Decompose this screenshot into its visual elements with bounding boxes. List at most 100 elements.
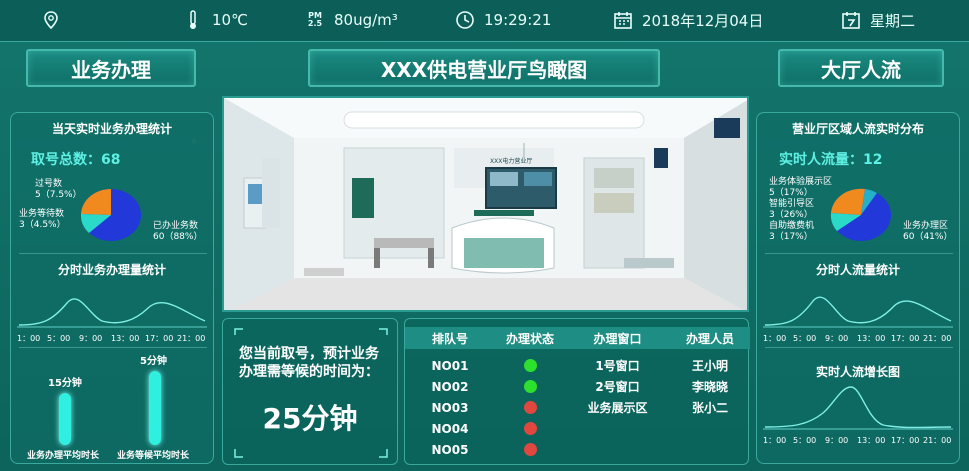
wait-time: 25分钟 xyxy=(262,402,358,435)
row-staff: 张小二 xyxy=(691,401,728,415)
traffic-pie-chart xyxy=(830,188,891,241)
left-pie-title: 当天实时业务办理统计 xyxy=(51,122,172,136)
pm-value: 80ug/m³ xyxy=(334,11,398,29)
thermometer-icon xyxy=(182,9,204,31)
right-tick-6: 21：00 xyxy=(923,334,952,343)
weekday-value: 星期二 xyxy=(870,11,916,30)
wait-estimate-card: 您当前取号，预计业务办理需等候的时间为： 25分钟 xyxy=(222,318,398,465)
right-tick-1: 1：00 xyxy=(763,334,787,343)
hall-overview-title: XXX供电营业厅鸟瞰图 xyxy=(308,49,660,87)
completed-label: 已办业务数 60（88%） xyxy=(153,221,202,243)
missed-label: 过号数 5（7.5%） xyxy=(35,179,82,201)
wait-card-frame xyxy=(234,328,388,458)
traffic-total-value: 12 xyxy=(863,152,883,168)
right-tick-5: 17：00 xyxy=(891,334,920,343)
status-dot-green xyxy=(523,380,537,393)
header-queue-no: 排队号 xyxy=(431,331,468,346)
bar2-value-label: 5分钟 xyxy=(140,356,167,367)
bar1-value-label: 15分钟 xyxy=(48,378,82,389)
hall-traffic-title: 大厅人流 xyxy=(778,49,944,87)
growth-tick-1: 1：00 xyxy=(763,436,787,445)
pm-indicator: PM 2.5 80ug/m³ xyxy=(304,9,398,31)
left-divider-2 xyxy=(19,347,207,348)
experience-label: 业务体验展示区 5（17%） xyxy=(769,177,832,199)
growth-tick-5: 17：00 xyxy=(891,436,920,445)
growth-line-chart xyxy=(763,386,953,430)
ticket-total: 取号总数：68 xyxy=(31,149,120,169)
row-no: NO03 xyxy=(431,400,469,415)
row-window: 2号窗口 xyxy=(595,380,640,394)
right-tick-2: 5：00 xyxy=(793,334,817,343)
completed-value: 60（88%） xyxy=(153,232,203,242)
row-staff: 王小明 xyxy=(691,359,728,373)
self-service-name: 自助缴费机 xyxy=(769,221,815,231)
header-status: 办理状态 xyxy=(505,331,554,346)
status-dot-red xyxy=(523,443,537,456)
completed-name: 已办业务数 xyxy=(153,221,199,231)
left-divider-1 xyxy=(19,253,207,254)
clock-icon xyxy=(454,9,476,31)
guide-name: 智能引导区 xyxy=(769,199,815,209)
left-tick-3: 9：00 xyxy=(79,334,103,343)
row-window: 1号窗口 xyxy=(595,359,640,373)
right-divider-2 xyxy=(765,347,953,348)
time-value: 19:29:21 xyxy=(484,11,552,29)
hall-illustration xyxy=(224,98,747,310)
calendar-icon xyxy=(612,9,634,31)
status-dot-red xyxy=(523,401,537,414)
guide-value: 3（26%） xyxy=(769,210,813,220)
business-handling-title: 业务办理 xyxy=(26,49,196,87)
table-row: NO03 业务展示区 张小二 xyxy=(405,397,750,418)
growth-tick-6: 21：00 xyxy=(923,436,952,445)
right-line-title: 分时人流量统计 xyxy=(815,263,900,277)
left-tick-2: 5：00 xyxy=(47,334,71,343)
business-line-series xyxy=(18,298,206,326)
self-service-value: 3（17%） xyxy=(769,232,813,242)
avg-handling-bar xyxy=(59,393,71,445)
traffic-line-chart xyxy=(763,296,953,328)
left-line-title: 分时业务办理量统计 xyxy=(57,263,166,277)
status-dot-green xyxy=(523,359,537,372)
business-area-label: 业务办理区 60（41%） xyxy=(903,221,952,243)
traffic-line-series xyxy=(764,296,952,326)
table-row: NO04 xyxy=(405,418,750,439)
hall-aerial-view: XXX电力营业厅 xyxy=(222,96,749,312)
status-dot-red xyxy=(523,422,537,435)
right-divider-1 xyxy=(765,253,953,254)
row-no: NO02 xyxy=(431,379,469,394)
left-tick-6: 21：00 xyxy=(177,334,206,343)
growth-line-series xyxy=(764,386,952,429)
pm25-icon: PM 2.5 xyxy=(304,9,326,31)
temperature-indicator: 10℃ xyxy=(182,9,248,31)
pie-slice-experience-area xyxy=(831,188,865,215)
bar1-label: 业务办理平均时长 xyxy=(27,451,100,461)
right-tick-4: 13：00 xyxy=(857,334,886,343)
row-no: NO01 xyxy=(431,358,469,373)
calendar-day-icon xyxy=(840,9,862,31)
ticket-total-value: 68 xyxy=(101,152,121,168)
header-window: 办理窗口 xyxy=(593,331,642,346)
avg-waiting-bar xyxy=(149,371,161,445)
header-staff: 办理人员 xyxy=(685,331,734,346)
table-row: NO01 1号窗口 王小明 xyxy=(405,355,750,376)
row-staff: 李晓晓 xyxy=(691,380,728,394)
location-icon xyxy=(40,9,62,31)
wait-message: 您当前取号，预计业务办理需等候的时间为： xyxy=(239,346,379,380)
growth-tick-4: 13：00 xyxy=(857,436,886,445)
row-no: NO05 xyxy=(431,442,469,457)
pm-label-bottom: 2.5 xyxy=(307,19,323,28)
business-pie-chart xyxy=(80,189,141,241)
right-pie-title: 营业厅区域人流实时分布 xyxy=(791,122,924,136)
date-indicator: 2018年12月04日 xyxy=(612,9,763,31)
time-indicator: 19:29:21 xyxy=(454,9,551,31)
business-area-name: 业务办理区 xyxy=(903,221,949,231)
self-service-label: 自助缴费机 3（17%） xyxy=(769,221,814,243)
experience-name: 业务体验展示区 xyxy=(769,177,833,187)
left-panel: 当天实时业务办理统计 取号总数：68 过号数 5（7.5%） 业务等待数 3（4.5… xyxy=(10,112,214,464)
row-no: NO04 xyxy=(431,421,469,436)
left-tick-4: 13：00 xyxy=(111,334,140,343)
top-status-bar: 10℃ PM2.5 80ug/m³ 19:29:21 2018年12月04日 xyxy=(0,0,969,42)
missed-name: 过号数 xyxy=(35,179,63,189)
table-row: NO05 xyxy=(405,439,750,460)
growth-tick-3: 9：00 xyxy=(825,436,849,445)
